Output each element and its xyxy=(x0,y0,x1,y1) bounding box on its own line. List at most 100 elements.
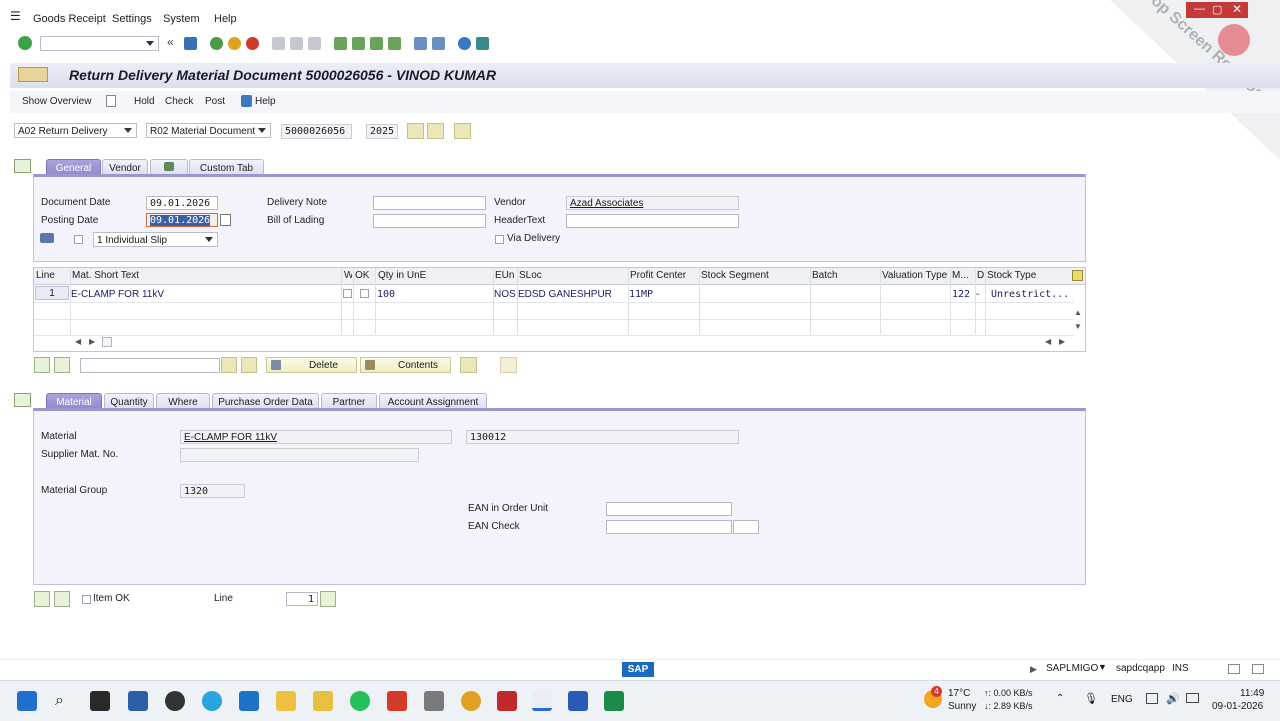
layout-menu-icon[interactable] xyxy=(476,37,489,50)
settings-icon[interactable] xyxy=(1252,664,1264,674)
file-explorer-icon[interactable] xyxy=(276,691,296,711)
profit-center-cell[interactable]: 11MP xyxy=(629,289,653,300)
outlook-icon[interactable] xyxy=(239,691,259,711)
col-movement[interactable]: M... xyxy=(952,270,969,281)
sap-gui-icon[interactable] xyxy=(532,691,552,711)
exit-icon[interactable] xyxy=(228,37,241,50)
network-icon[interactable] xyxy=(1146,693,1158,704)
next-page-icon[interactable] xyxy=(370,37,383,50)
chrome-icon[interactable] xyxy=(461,691,481,711)
first-page-icon[interactable] xyxy=(334,37,347,50)
chatgpt-icon[interactable] xyxy=(165,691,185,711)
action-dropdown[interactable]: A02 Return Delivery xyxy=(14,123,137,138)
help-info-icon[interactable] xyxy=(241,95,252,107)
vendor-field[interactable]: Azad Associates xyxy=(566,196,739,210)
post-button[interactable]: Post xyxy=(205,96,225,107)
pdf-reader-icon[interactable] xyxy=(387,691,407,711)
item-ok-checkbox[interactable] xyxy=(82,595,91,604)
language-indicator[interactable]: ENG xyxy=(1111,694,1133,705)
scroll-right-end-icon[interactable]: ▶ xyxy=(1059,337,1065,346)
menu-goods-receipt[interactable]: Goods Receipt xyxy=(33,13,106,25)
line-number-cell[interactable]: 1 xyxy=(35,286,69,300)
item-search-field[interactable] xyxy=(80,358,220,373)
column-config-icon[interactable] xyxy=(1072,270,1083,281)
delete-button[interactable]: Delete xyxy=(266,357,357,373)
excel-icon[interactable] xyxy=(604,691,624,711)
print-output-icon[interactable] xyxy=(40,233,54,243)
new-session-icon[interactable] xyxy=(414,37,427,50)
col-w[interactable]: W xyxy=(344,270,352,281)
document-year-field[interactable]: 2025 xyxy=(366,124,398,139)
check-button[interactable]: Check xyxy=(165,96,193,107)
previous-item-icon[interactable] xyxy=(34,591,50,607)
bill-of-lading-field[interactable] xyxy=(373,214,486,228)
command-field[interactable] xyxy=(40,36,159,51)
whatsapp-icon[interactable] xyxy=(350,691,370,711)
word-icon[interactable] xyxy=(568,691,588,711)
execute-icon[interactable] xyxy=(407,123,424,139)
menu-help[interactable]: Help xyxy=(214,13,237,25)
scroll-up-icon[interactable]: ▲ xyxy=(1074,308,1082,317)
enter-check-icon[interactable] xyxy=(18,36,32,50)
document-date-field[interactable]: 09.01.2026 xyxy=(146,196,218,210)
briefcase-icon[interactable] xyxy=(424,691,444,711)
windows-start-icon[interactable] xyxy=(17,691,37,711)
scroll-left-icon[interactable]: ◀ xyxy=(75,337,81,346)
col-mat-short-text[interactable]: Mat. Short Text xyxy=(72,270,139,281)
search-help-icon[interactable] xyxy=(427,123,444,139)
new-document-icon[interactable] xyxy=(106,95,116,107)
battery-icon[interactable] xyxy=(1186,693,1199,703)
minimize-icon[interactable]: — xyxy=(1194,3,1205,15)
menu-settings[interactable]: Settings xyxy=(112,13,152,25)
shortcut-icon[interactable] xyxy=(432,37,445,50)
select-all-icon[interactable] xyxy=(34,357,50,373)
scroll-right-icon[interactable]: ▶ xyxy=(89,337,95,346)
last-page-icon[interactable] xyxy=(388,37,401,50)
task-view-icon[interactable] xyxy=(90,691,110,711)
mat-short-text-cell[interactable]: E-CLAMP FOR 11kV xyxy=(71,289,164,300)
w-checkbox[interactable] xyxy=(343,289,352,298)
col-sloc[interactable]: SLoc xyxy=(519,270,542,281)
collapse-header-icon[interactable] xyxy=(14,159,31,173)
menu-icon[interactable]: ☰ xyxy=(10,9,21,23)
col-eun[interactable]: EUn xyxy=(495,270,514,281)
grid-icon[interactable] xyxy=(454,123,471,139)
ean-check-field[interactable] xyxy=(606,520,732,534)
col-profit-center[interactable]: Profit Center xyxy=(630,270,686,281)
ok-checkbox[interactable] xyxy=(360,289,369,298)
previous-page-icon[interactable] xyxy=(352,37,365,50)
col-ok[interactable]: OK xyxy=(355,270,369,281)
find-icon-item[interactable] xyxy=(221,357,237,373)
hold-button[interactable]: Hold xyxy=(134,96,155,107)
telegram-icon[interactable] xyxy=(202,691,222,711)
sloc-cell[interactable]: EDSD GANESHPUR xyxy=(518,289,612,300)
col-line[interactable]: Line xyxy=(36,270,55,281)
microphone-icon[interactable]: 🎙 xyxy=(1084,692,1098,705)
tray-chevron-up-icon[interactable]: ⌃ xyxy=(1056,693,1064,704)
collapse-detail-icon[interactable] xyxy=(14,393,31,407)
movement-type-cell[interactable]: 122 xyxy=(952,289,970,300)
cancel-icon[interactable] xyxy=(246,37,259,50)
material-text-field[interactable]: E-CLAMP FOR 11kV xyxy=(180,430,452,444)
calendar-icon[interactable] xyxy=(220,214,231,226)
material-document-field[interactable]: 5000026056 xyxy=(281,124,352,139)
contents-button[interactable]: Contents xyxy=(360,357,451,373)
find-next-icon[interactable] xyxy=(308,37,321,50)
col-stock-type[interactable]: Stock Type xyxy=(987,270,1036,281)
help-icon[interactable] xyxy=(458,37,471,50)
find-next-icon-item[interactable] xyxy=(241,357,257,373)
menu-system[interactable]: System xyxy=(163,13,200,25)
split-icon[interactable] xyxy=(460,357,477,373)
eun-cell[interactable]: NOS xyxy=(494,289,516,300)
scrollbar-thumb[interactable] xyxy=(102,337,112,347)
scroll-down-icon[interactable]: ▼ xyxy=(1074,322,1082,331)
show-overview-button[interactable]: Show Overview xyxy=(22,96,91,107)
back-icon[interactable] xyxy=(210,37,223,50)
col-qty[interactable]: Qty in UnE xyxy=(378,270,426,281)
qty-cell[interactable]: 100 xyxy=(377,289,395,300)
volume-icon[interactable]: 🔊 xyxy=(1166,692,1180,705)
col-batch[interactable]: Batch xyxy=(812,270,838,281)
reference-dropdown[interactable]: R02 Material Document xyxy=(146,123,271,138)
find-icon[interactable] xyxy=(290,37,303,50)
col-valuation-type[interactable]: Valuation Type xyxy=(882,270,947,281)
